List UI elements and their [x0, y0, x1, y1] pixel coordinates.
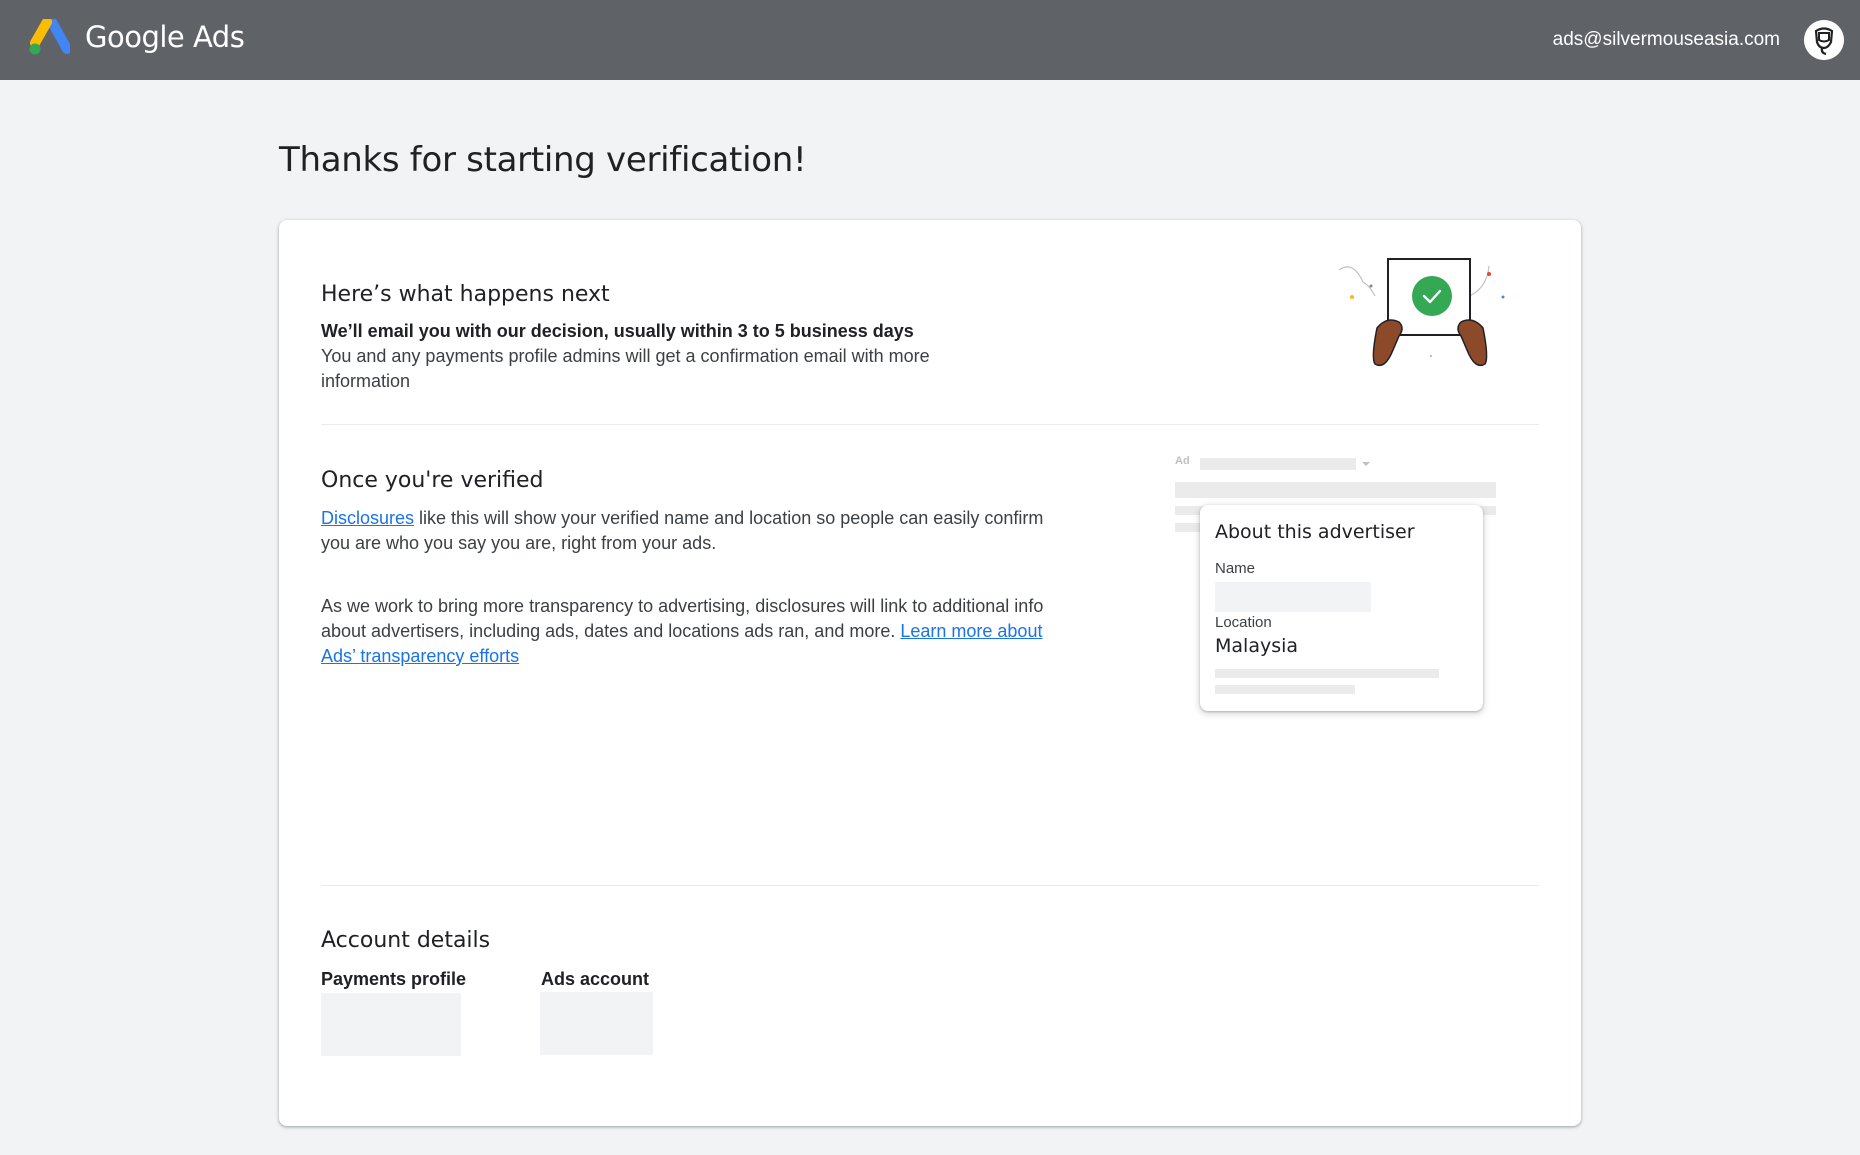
placeholder-bar — [1215, 669, 1439, 678]
disclosure-preview: Ad About this advertiser Name Location M… — [1175, 455, 1505, 725]
once-verified-title: Once you're verified — [321, 468, 544, 493]
user-email: ads@silvermouseasia.com — [1552, 29, 1780, 50]
about-advertiser-title: About this advertiser — [1215, 521, 1415, 543]
section-divider — [321, 424, 1539, 425]
chevron-down-icon — [1362, 462, 1370, 466]
decision-email-note: We’ll email you with our decision, usual… — [321, 321, 914, 341]
page-title: Thanks for starting verification! — [279, 140, 807, 180]
confirmation-email-note: You and any payments profile admins will… — [321, 346, 930, 391]
next-steps-title: Here’s what happens next — [321, 282, 610, 307]
placeholder-bar — [1215, 685, 1355, 694]
placeholder-bar — [1200, 458, 1356, 470]
location-value: Malaysia — [1215, 635, 1299, 657]
location-label: Location — [1215, 614, 1272, 631]
about-advertiser-card: About this advertiser Name Location Mala… — [1200, 505, 1483, 711]
verification-card: Here’s what happens next We’ll email you… — [279, 220, 1581, 1126]
section-divider — [321, 885, 1539, 886]
app-name[interactable]: Google Ads — [85, 20, 245, 54]
disclosures-link[interactable]: Disclosures — [321, 508, 414, 528]
ads-account-placeholder — [540, 992, 653, 1055]
ads-account-label: Ads account — [541, 969, 650, 989]
ad-label: Ad — [1175, 455, 1190, 467]
payments-profile-placeholder — [321, 993, 461, 1056]
placeholder-bar — [1175, 482, 1496, 498]
transparency-paragraph: As we work to bring more transparency to… — [321, 594, 1061, 669]
disclosures-description: like this will show your verified name a… — [321, 508, 1044, 553]
disclosures-paragraph: Disclosures like this will show your ver… — [321, 506, 1061, 556]
top-app-bar: Google Ads ads@silvermouseasia.com — [0, 0, 1860, 80]
google-ads-logo-icon[interactable] — [28, 19, 70, 57]
account-details-title: Account details — [321, 928, 491, 953]
account-avatar[interactable] — [1804, 20, 1844, 60]
name-placeholder — [1215, 582, 1371, 612]
avatar-icon — [1804, 20, 1844, 60]
payments-profile-label: Payments profile — [321, 969, 467, 989]
verified-document-illustration — [1338, 258, 1505, 367]
name-label: Name — [1215, 560, 1256, 577]
